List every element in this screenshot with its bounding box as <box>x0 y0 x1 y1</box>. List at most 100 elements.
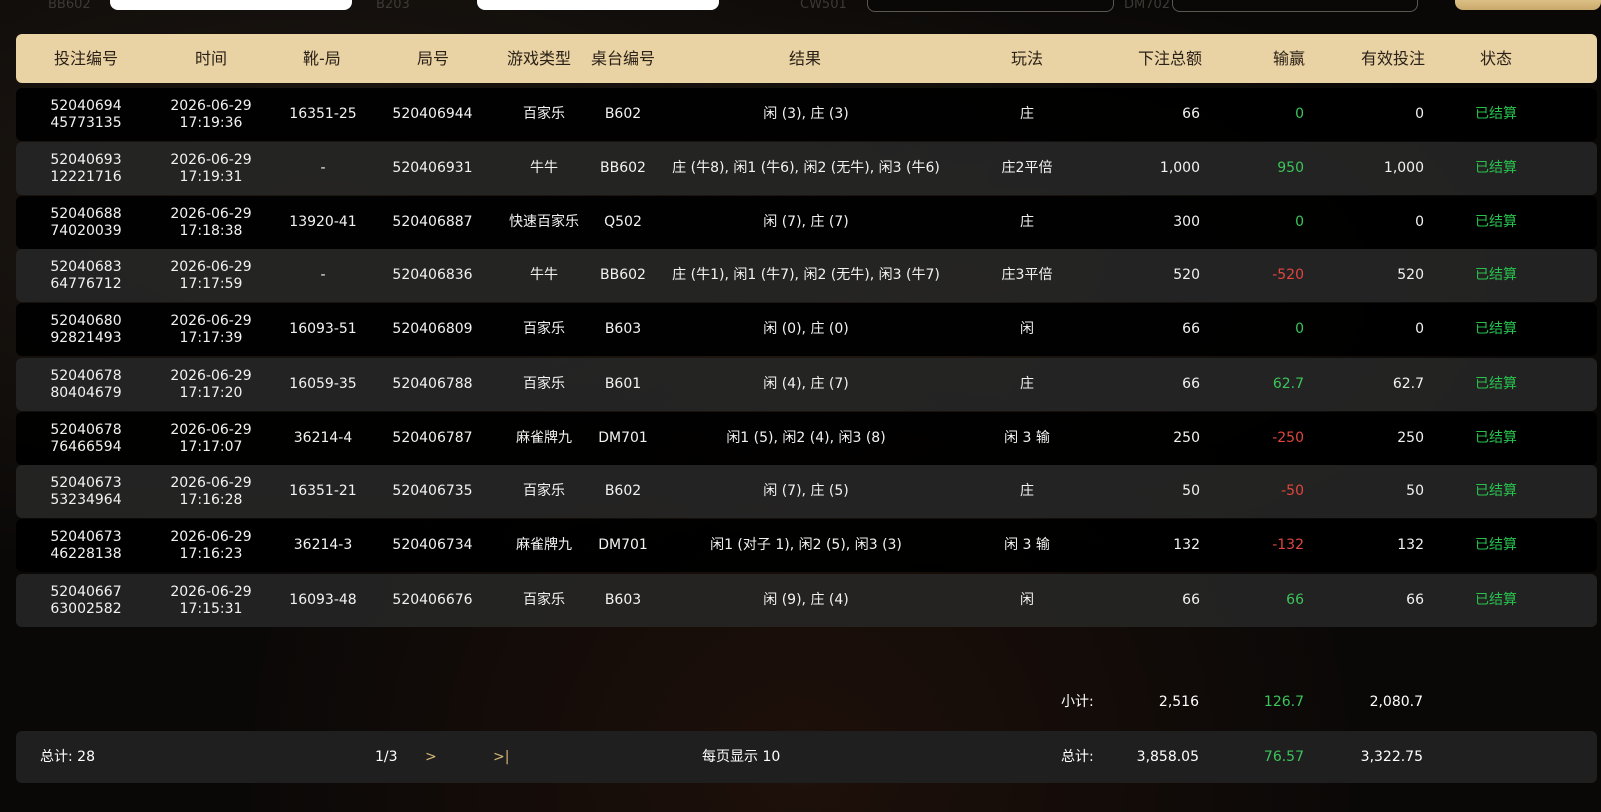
cell-time-line: 17:16:23 <box>179 545 243 562</box>
cell-bet-id: 52040683 64776712 <box>16 249 156 302</box>
cell-valid-bet: 62.7 <box>1336 358 1424 411</box>
cell-game-type-text: 牛牛 <box>530 267 558 283</box>
cell-shoe-text: 16093-51 <box>289 321 357 337</box>
cell-time: 2026-06-29 17:17:07 <box>146 412 276 465</box>
per-page-label[interactable]: 每页显示 10 <box>702 731 780 783</box>
cell-valid-bet: 0 <box>1336 303 1424 356</box>
table-row: 52040667 63002582 2026-06-29 17:15:31 16093-… <box>16 574 1597 627</box>
table-row: 52040678 80404679 2026-06-29 17:17:20 16059-… <box>16 358 1597 411</box>
cell-valid-bet-text: 50 <box>1406 483 1424 499</box>
cell-bet-id-line: 64776712 <box>50 275 122 292</box>
header-result: 结果 <box>789 49 822 68</box>
cell-winloss-text: 66 <box>1286 592 1304 608</box>
filter-select-1[interactable] <box>110 0 352 10</box>
cell-time: 2026-06-29 17:17:20 <box>146 358 276 411</box>
cell-round-text: 520406676 <box>392 592 473 608</box>
filter-select-3[interactable] <box>867 0 1114 12</box>
table-row: 52040694 45773135 2026-06-29 17:19:36 16351-… <box>16 88 1597 141</box>
cell-amount: 66 <box>1116 88 1200 141</box>
cell-status: 已结算 <box>1456 303 1536 356</box>
last-page-button[interactable]: >| <box>493 731 509 783</box>
cell-time-line: 2026-06-29 <box>170 151 252 168</box>
cell-amount: 66 <box>1116 574 1200 627</box>
cell-round: 520406887 <box>381 196 484 249</box>
cell-game-type-text: 快速百家乐 <box>509 214 579 230</box>
cell-valid-bet-text: 250 <box>1397 430 1424 446</box>
cell-time-line: 17:19:36 <box>179 114 243 131</box>
cell-round: 520406735 <box>381 465 484 518</box>
table-row: 52040680 92821493 2026-06-29 17:17:39 16093-… <box>16 303 1597 356</box>
search-button[interactable] <box>1455 0 1601 10</box>
header-table-no: 桌台编号 <box>591 49 656 68</box>
table-row: 52040673 53234964 2026-06-29 17:16:28 16351-… <box>16 465 1597 518</box>
filter-select-2[interactable] <box>477 0 719 10</box>
cell-round-text: 520406887 <box>392 214 473 230</box>
cell-result-text: 庄 (牛1), 闲1 (牛7), 闲2 (无牛), 闲3 (牛7) <box>672 267 940 283</box>
filter-label-4: DM702 <box>1124 0 1171 12</box>
cell-valid-bet: 0 <box>1336 88 1424 141</box>
page-indicator: 1/3 <box>375 749 398 765</box>
cell-round: 520406836 <box>381 249 484 302</box>
cell-winloss: -250 <box>1216 412 1304 465</box>
header-round: 局号 <box>417 49 450 68</box>
cell-shoe-text: 36214-4 <box>293 430 353 446</box>
cell-amount-text: 520 <box>1173 267 1200 283</box>
cell-table-no-text: B603 <box>604 592 642 608</box>
cell-valid-bet: 50 <box>1336 465 1424 518</box>
cell-winloss-text: -520 <box>1272 267 1304 283</box>
cell-table-no-text: B602 <box>604 483 642 499</box>
cell-time-line: 2026-06-29 <box>170 367 252 384</box>
cell-game-type-text: 百家乐 <box>523 106 565 122</box>
table-row: 52040683 64776712 2026-06-29 17:17:59-52040… <box>16 249 1597 302</box>
cell-table-no-text: B601 <box>604 376 642 392</box>
cell-table-no: B602 <box>586 465 660 518</box>
cell-game-type-text: 麻雀牌九 <box>516 430 572 446</box>
subtotal-valid: 2,080.7 <box>1369 694 1423 710</box>
cell-bet-id: 52040673 53234964 <box>16 465 156 518</box>
grand-total-amount: 3,858.05 <box>1136 749 1199 765</box>
cell-valid-bet-text: 0 <box>1415 214 1424 230</box>
cell-result: 闲 (0), 庄 (0) <box>661 303 951 356</box>
grand-total-valid: 3,322.75 <box>1360 749 1423 765</box>
cell-result-text: 闲 (4), 庄 (7) <box>763 376 849 392</box>
cell-game-type-text: 百家乐 <box>523 376 565 392</box>
cell-play-text: 庄2平倍 <box>1001 160 1053 176</box>
cell-time-line: 2026-06-29 <box>170 421 252 438</box>
cell-table-no: B601 <box>586 358 660 411</box>
cell-valid-bet-text: 0 <box>1415 321 1424 337</box>
cell-play-text: 庄3平倍 <box>1001 267 1053 283</box>
cell-play-text: 庄 <box>1020 106 1034 122</box>
cell-result-text: 闲 (3), 庄 (3) <box>763 106 849 122</box>
cell-amount: 50 <box>1116 465 1200 518</box>
cell-table-no: BB602 <box>586 142 660 195</box>
cell-round-text: 520406788 <box>392 376 473 392</box>
cell-game-type: 百家乐 <box>496 358 592 411</box>
cell-status-text: 已结算 <box>1475 267 1517 283</box>
cell-valid-bet-text: 520 <box>1397 267 1424 283</box>
cell-status-text: 已结算 <box>1475 321 1517 337</box>
header-shoe: 靴-局 <box>303 49 341 68</box>
cell-result: 庄 (牛1), 闲1 (牛7), 闲2 (无牛), 闲3 (牛7) <box>661 249 951 302</box>
cell-bet-id-line: 52040678 <box>50 367 122 384</box>
cell-valid-bet: 0 <box>1336 196 1424 249</box>
cell-round-text: 520406836 <box>392 267 473 283</box>
cell-result: 闲 (4), 庄 (7) <box>661 358 951 411</box>
cell-play: 庄 <box>974 88 1080 141</box>
cell-winloss: 0 <box>1216 303 1304 356</box>
next-page-button[interactable]: > <box>425 731 437 783</box>
cell-time-line: 17:17:39 <box>179 329 243 346</box>
bet-history-table: 投注编号 时间 靴-局 局号 游戏类型 桌台编号 结果 玩法 下注总额 输赢 有… <box>16 34 1597 627</box>
filter-select-4[interactable] <box>1172 0 1418 12</box>
cell-time: 2026-06-29 17:19:31 <box>146 142 276 195</box>
header-valid-bet: 有效投注 <box>1361 49 1426 68</box>
cell-winloss: 0 <box>1216 88 1304 141</box>
cell-time: 2026-06-29 17:15:31 <box>146 574 276 627</box>
cell-time-line: 2026-06-29 <box>170 583 252 600</box>
cell-amount: 66 <box>1116 303 1200 356</box>
cell-result-text: 庄 (牛8), 闲1 (牛6), 闲2 (无牛), 闲3 (牛6) <box>672 160 940 176</box>
cell-bet-id-line: 52040694 <box>50 97 122 114</box>
cell-round-text: 520406931 <box>392 160 473 176</box>
cell-table-no: DM701 <box>586 519 660 572</box>
cell-time: 2026-06-29 17:17:59 <box>146 249 276 302</box>
cell-bet-id: 52040667 63002582 <box>16 574 156 627</box>
